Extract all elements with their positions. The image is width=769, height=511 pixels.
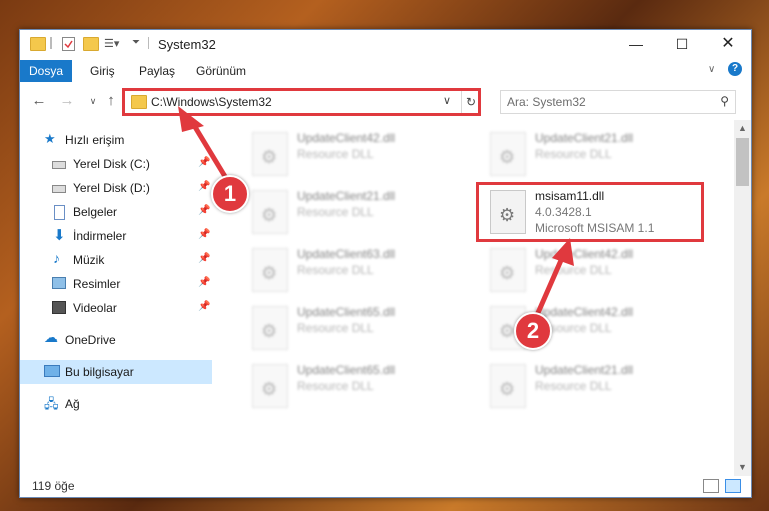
annotation-arrows: [178, 106, 574, 324]
step-2-badge: 2: [514, 312, 552, 350]
step-1-badge: 1: [211, 175, 249, 213]
